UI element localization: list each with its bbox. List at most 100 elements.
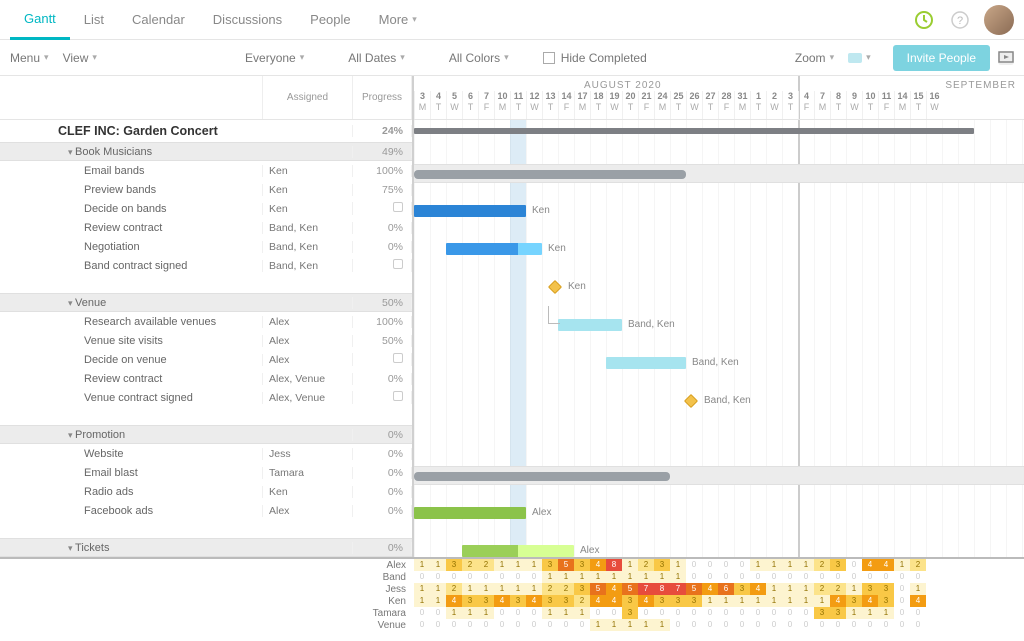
- workload-cell[interactable]: 1: [574, 571, 590, 583]
- workload-cell[interactable]: 1: [654, 619, 670, 631]
- workload-cell[interactable]: 0: [766, 607, 782, 619]
- workload-cell[interactable]: 1: [846, 607, 862, 619]
- nav-tab-gantt[interactable]: Gantt: [10, 0, 70, 40]
- workload-cell[interactable]: 4: [590, 559, 606, 571]
- workload-cell[interactable]: 3: [622, 595, 638, 607]
- workload-cell[interactable]: 0: [494, 619, 510, 631]
- workload-cell[interactable]: 0: [606, 607, 622, 619]
- workload-cell[interactable]: 1: [606, 571, 622, 583]
- workload-cell[interactable]: 3: [670, 595, 686, 607]
- workload-cell[interactable]: 1: [542, 607, 558, 619]
- workload-cell[interactable]: 0: [430, 571, 446, 583]
- workload-cell[interactable]: 8: [654, 583, 670, 595]
- task-row[interactable]: Facebook adsAlex0%: [0, 501, 412, 520]
- workload-cell[interactable]: 1: [798, 595, 814, 607]
- workload-cell[interactable]: 0: [798, 571, 814, 583]
- menu-dropdown[interactable]: Menu▾: [10, 51, 49, 65]
- workload-cell[interactable]: 1: [414, 583, 430, 595]
- view-dropdown[interactable]: View▾: [63, 51, 97, 65]
- task-row[interactable]: Band contract signedBand, Ken: [0, 256, 412, 275]
- workload-cell[interactable]: 0: [862, 619, 878, 631]
- workload-cell[interactable]: 1: [414, 559, 430, 571]
- workload-person[interactable]: Band: [0, 572, 414, 583]
- workload-cell[interactable]: 1: [478, 583, 494, 595]
- workload-cell[interactable]: 3: [574, 583, 590, 595]
- workload-cell[interactable]: 0: [670, 607, 686, 619]
- col-header-progress[interactable]: Progress: [352, 76, 412, 119]
- workload-cell[interactable]: 0: [430, 619, 446, 631]
- workload-cell[interactable]: 0: [510, 571, 526, 583]
- group-row[interactable]: Promotion0%: [0, 425, 412, 444]
- workload-cell[interactable]: 3: [654, 559, 670, 571]
- workload-cell[interactable]: 0: [702, 571, 718, 583]
- workload-cell[interactable]: 1: [478, 607, 494, 619]
- workload-cell[interactable]: 0: [718, 619, 734, 631]
- color-swatch[interactable]: ▾: [848, 52, 871, 63]
- workload-cell[interactable]: 4: [606, 595, 622, 607]
- workload-cell[interactable]: 2: [830, 583, 846, 595]
- task-row[interactable]: Venue contract signedAlex, Venue: [0, 388, 412, 407]
- workload-cell[interactable]: 0: [766, 571, 782, 583]
- task-bar[interactable]: [462, 545, 574, 557]
- workload-cell[interactable]: 0: [798, 607, 814, 619]
- project-row[interactable]: CLEF INC: Garden Concert24%: [0, 120, 412, 142]
- workload-cell[interactable]: 0: [814, 619, 830, 631]
- workload-cell[interactable]: 0: [846, 559, 862, 571]
- workload-cell[interactable]: 3: [878, 595, 894, 607]
- workload-cell[interactable]: 1: [638, 571, 654, 583]
- workload-cell[interactable]: 0: [750, 571, 766, 583]
- workload-cell[interactable]: 2: [478, 559, 494, 571]
- workload-cell[interactable]: 0: [638, 607, 654, 619]
- gantt-row[interactable]: Band, Ken: [414, 354, 1024, 373]
- workload-cell[interactable]: 1: [670, 571, 686, 583]
- user-avatar[interactable]: [984, 5, 1014, 35]
- workload-cell[interactable]: 3: [830, 607, 846, 619]
- workload-cell[interactable]: 4: [638, 595, 654, 607]
- workload-cell[interactable]: 1: [862, 607, 878, 619]
- workload-cell[interactable]: 3: [734, 583, 750, 595]
- workload-cell[interactable]: 0: [526, 619, 542, 631]
- workload-cell[interactable]: 4: [830, 595, 846, 607]
- workload-cell[interactable]: 0: [686, 607, 702, 619]
- workload-cell[interactable]: 0: [542, 619, 558, 631]
- workload-cell[interactable]: 3: [478, 595, 494, 607]
- workload-cell[interactable]: 1: [526, 559, 542, 571]
- workload-cell[interactable]: 1: [766, 583, 782, 595]
- task-row[interactable]: Radio adsKen0%: [0, 482, 412, 501]
- workload-cell[interactable]: 1: [574, 607, 590, 619]
- task-bar[interactable]: [606, 357, 686, 369]
- workload-cell[interactable]: 1: [798, 559, 814, 571]
- task-row[interactable]: Review contractBand, Ken0%: [0, 218, 412, 237]
- workload-cell[interactable]: 1: [510, 559, 526, 571]
- workload-cell[interactable]: 1: [878, 607, 894, 619]
- workload-cell[interactable]: 1: [430, 583, 446, 595]
- task-row[interactable]: Decide on bandsKen: [0, 199, 412, 218]
- workload-cell[interactable]: 0: [894, 619, 910, 631]
- workload-cell[interactable]: 2: [814, 559, 830, 571]
- workload-cell[interactable]: 1: [430, 595, 446, 607]
- task-row[interactable]: Decide on venueAlex: [0, 350, 412, 369]
- workload-cell[interactable]: 1: [430, 559, 446, 571]
- milestone-icon[interactable]: [684, 394, 698, 408]
- workload-cell[interactable]: 1: [894, 559, 910, 571]
- workload-cell[interactable]: 4: [750, 583, 766, 595]
- gantt-row[interactable]: Ken: [414, 202, 1024, 221]
- workload-cell[interactable]: 2: [462, 559, 478, 571]
- workload-cell[interactable]: 1: [590, 571, 606, 583]
- workload-cell[interactable]: 0: [686, 571, 702, 583]
- gantt-row[interactable]: [414, 466, 1024, 485]
- workload-cell[interactable]: 1: [814, 595, 830, 607]
- workload-cell[interactable]: 4: [702, 583, 718, 595]
- workload-cell[interactable]: 3: [878, 583, 894, 595]
- workload-cell[interactable]: 0: [430, 607, 446, 619]
- workload-cell[interactable]: 0: [670, 619, 686, 631]
- workload-cell[interactable]: 0: [814, 571, 830, 583]
- workload-cell[interactable]: 1: [590, 619, 606, 631]
- workload-cell[interactable]: 4: [590, 595, 606, 607]
- workload-person[interactable]: Venue: [0, 620, 414, 631]
- workload-cell[interactable]: 0: [894, 595, 910, 607]
- workload-cell[interactable]: 3: [462, 595, 478, 607]
- workload-cell[interactable]: 0: [846, 619, 862, 631]
- workload-cell[interactable]: 3: [862, 583, 878, 595]
- workload-cell[interactable]: 4: [910, 595, 926, 607]
